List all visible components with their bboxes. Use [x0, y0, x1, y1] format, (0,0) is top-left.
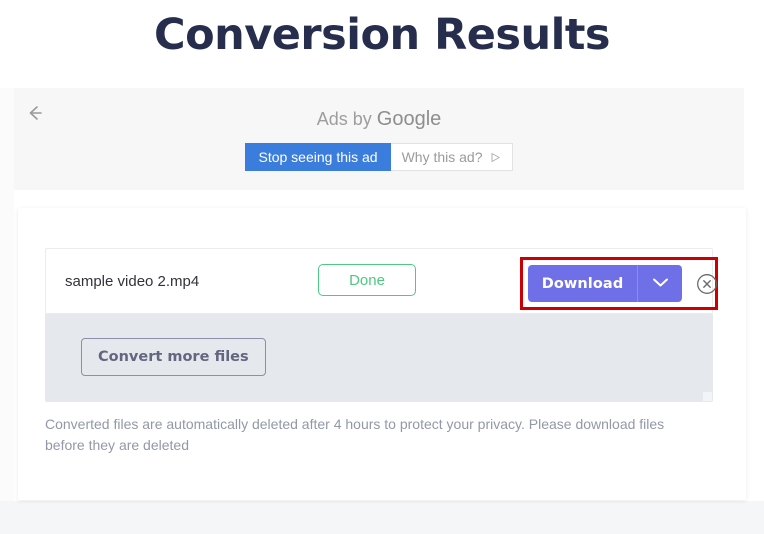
ads-by-text: Ads by: [316, 109, 377, 129]
download-button[interactable]: Download: [528, 265, 637, 302]
close-circle-icon[interactable]: [696, 273, 718, 295]
download-options-button[interactable]: [637, 265, 682, 302]
file-row: sample video 2.mp4 Done Download: [45, 248, 718, 314]
play-triangle-icon: [490, 152, 501, 163]
privacy-note: Converted files are automatically delete…: [45, 416, 665, 453]
results-card: sample video 2.mp4 Done Download Convert…: [18, 208, 746, 500]
why-this-ad-button[interactable]: Why this ad?: [390, 143, 513, 171]
file-name-label: sample video 2.mp4: [65, 272, 200, 290]
ad-band: Ads by Google Stop seeing this ad Why th…: [14, 88, 744, 190]
why-this-ad-label: Why this ad?: [401, 149, 483, 165]
page-left-background: [0, 88, 14, 501]
stop-seeing-this-ad-button[interactable]: Stop seeing this ad: [245, 143, 391, 171]
ads-by-google-label: Ads by Google: [14, 108, 744, 131]
google-brand-text: Google: [376, 108, 442, 130]
panel-resize-handle[interactable]: [703, 392, 712, 401]
page-title: Conversion Results: [154, 10, 610, 60]
page-bottom-background: [0, 501, 764, 534]
download-button-group: Download: [528, 265, 718, 302]
status-badge: Done: [318, 264, 416, 296]
convert-more-files-button[interactable]: Convert more files: [81, 338, 266, 376]
chevron-down-icon: [652, 276, 669, 291]
actions-panel: Convert more files: [45, 314, 713, 402]
ad-button-group: Stop seeing this ad Why this ad?: [14, 143, 744, 171]
